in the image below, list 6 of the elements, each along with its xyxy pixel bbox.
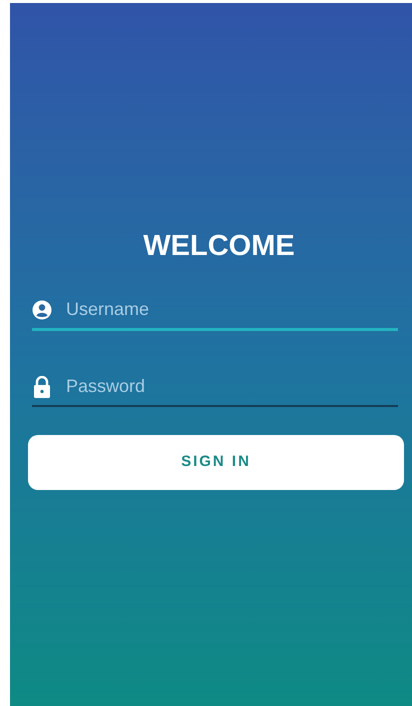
welcome-title: WELCOME (143, 229, 295, 264)
password-field[interactable]: Password (66, 373, 398, 400)
username-field[interactable]: Username (66, 296, 398, 323)
user-icon (32, 300, 52, 320)
lock-icon (33, 376, 51, 398)
sign-in-button[interactable]: SIGN IN (28, 435, 404, 490)
